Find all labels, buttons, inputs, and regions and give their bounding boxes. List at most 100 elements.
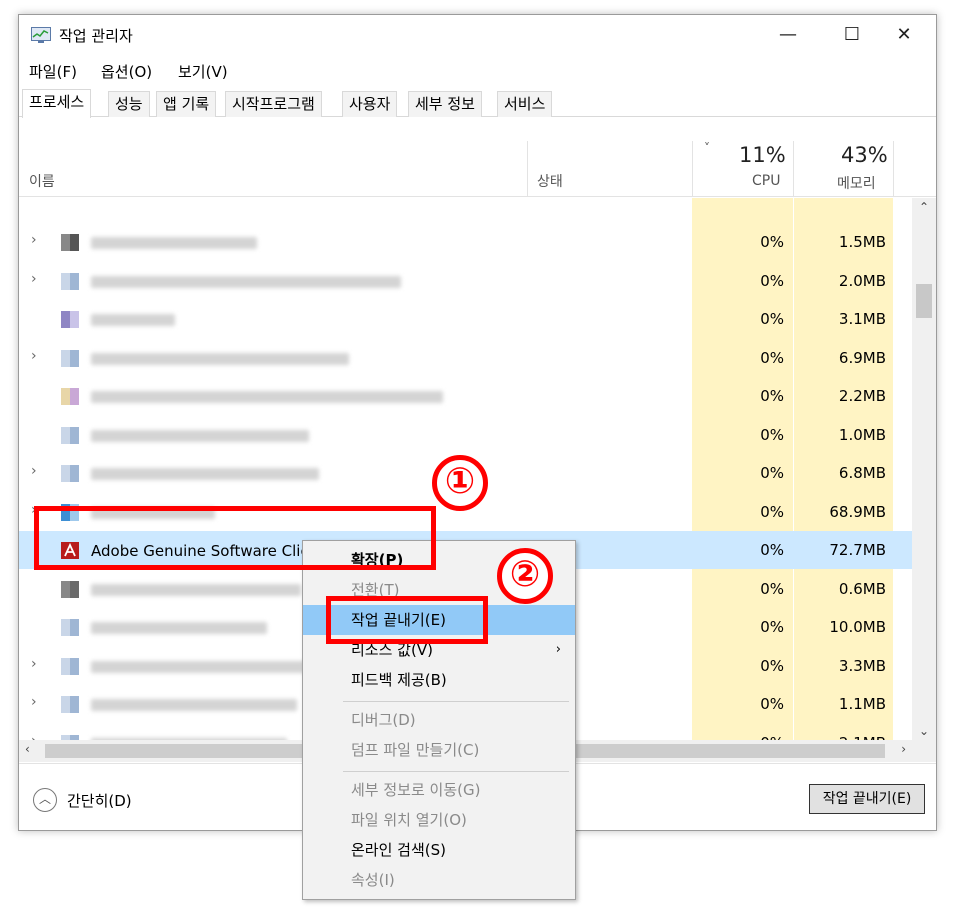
- scroll-left-icon[interactable]: ‹: [25, 742, 30, 756]
- vertical-scrollbar[interactable]: ⌃ ⌄: [912, 198, 936, 740]
- column-name[interactable]: 이름: [29, 171, 55, 191]
- redacted-process-name: [91, 468, 319, 480]
- memory-value: 3.1MB: [838, 310, 886, 328]
- redacted-process-name: [91, 699, 297, 711]
- cpu-value: 0%: [760, 541, 784, 559]
- end-task-button[interactable]: 작업 끝내기(E): [809, 784, 925, 814]
- redacted-process-name: [91, 660, 307, 673]
- submenu-arrow-icon: ›: [555, 642, 561, 657]
- memory-value: 2.0MB: [838, 271, 886, 290]
- tab-services[interactable]: 서비스: [497, 91, 553, 117]
- cpu-value: 0%: [760, 425, 784, 444]
- redacted-process-name: [91, 622, 267, 634]
- tab-details[interactable]: 세부 정보: [408, 91, 482, 117]
- process-icon: [61, 234, 79, 251]
- memory-value: 6.9MB: [838, 348, 886, 367]
- column-divider: [793, 141, 794, 197]
- tab-users[interactable]: 사용자: [342, 91, 398, 117]
- tab-bar: 프로세스 성능 앱 기록 시작프로그램 사용자 세부 정보 서비스: [19, 89, 936, 118]
- cpu-value: 0%: [760, 233, 784, 251]
- table-row[interactable]: › 0% 1.5MB: [19, 223, 912, 261]
- window-title: 작업 관리자: [59, 27, 133, 45]
- memory-value: 1.1MB: [838, 695, 886, 713]
- memory-total-percent[interactable]: 43%: [841, 143, 888, 167]
- column-divider: [692, 141, 693, 197]
- column-cpu[interactable]: CPU: [752, 173, 780, 189]
- menu-view[interactable]: 보기(V): [178, 61, 228, 82]
- table-row[interactable]: 0% 2.2MB: [19, 377, 912, 415]
- ctx-go-to-details: 세부 정보로 이동(G): [303, 775, 575, 805]
- redacted-process-name: [91, 391, 443, 403]
- menu-options[interactable]: 옵션(O): [101, 61, 152, 82]
- ctx-properties-label: 속성(I): [351, 871, 395, 889]
- process-icon: [61, 696, 79, 713]
- tab-processes[interactable]: 프로세스: [22, 89, 92, 118]
- table-row[interactable]: › 0% 6.9MB: [19, 339, 912, 377]
- memory-value: 3.3MB: [838, 656, 886, 675]
- ctx-create-dump-label: 덤프 파일 만들기(C): [351, 741, 480, 759]
- tab-startup[interactable]: 시작프로그램: [225, 91, 322, 117]
- ctx-go-to-details-label: 세부 정보로 이동(G): [351, 781, 481, 799]
- expand-chevron-icon[interactable]: ›: [31, 232, 37, 248]
- cpu-value: 0%: [760, 271, 784, 290]
- tab-app-history[interactable]: 앱 기록: [156, 91, 217, 117]
- minimize-button[interactable]: —: [768, 23, 808, 49]
- vertical-scroll-thumb[interactable]: [916, 284, 932, 318]
- close-button[interactable]: ✕: [884, 23, 924, 49]
- column-status[interactable]: 상태: [537, 171, 563, 191]
- table-row[interactable]: › 0% 2.0MB: [19, 262, 912, 300]
- cpu-value: 0%: [760, 387, 784, 405]
- redacted-process-name: [91, 429, 309, 442]
- table-row[interactable]: 0% 1.0MB: [19, 416, 912, 454]
- memory-value: 68.9MB: [829, 502, 886, 521]
- menu-bar: 파일(F) 옵션(O) 보기(V): [19, 57, 936, 87]
- cpu-total-percent[interactable]: 11%: [739, 143, 786, 167]
- ctx-open-file-location-label: 파일 위치 열기(O): [351, 811, 467, 829]
- process-icon: [61, 388, 79, 405]
- ctx-separator: [343, 701, 569, 702]
- tab-performance[interactable]: 성능: [108, 91, 150, 117]
- expand-chevron-icon[interactable]: ›: [31, 656, 37, 672]
- redacted-process-name: [91, 352, 349, 365]
- ctx-debug: 디버그(D): [303, 705, 575, 735]
- maximize-button[interactable]: ☐: [832, 23, 872, 49]
- ctx-open-file-location: 파일 위치 열기(O): [303, 805, 575, 835]
- process-icon: [61, 272, 79, 290]
- column-divider: [527, 141, 528, 197]
- expand-chevron-icon[interactable]: ›: [31, 348, 37, 364]
- memory-value: 0.6MB: [838, 579, 886, 598]
- ctx-separator: [343, 771, 569, 772]
- memory-value: 1.0MB: [838, 425, 886, 444]
- ctx-debug-label: 디버그(D): [351, 711, 416, 729]
- ctx-create-dump: 덤프 파일 만들기(C): [303, 735, 575, 765]
- ctx-search-online-label: 온라인 검색(S): [351, 841, 446, 859]
- process-icon: [61, 311, 79, 328]
- annotation-box-2: [326, 596, 488, 644]
- annotation-box-1: [34, 506, 436, 570]
- scroll-down-icon[interactable]: ⌄: [912, 724, 936, 738]
- cpu-value: 0%: [760, 656, 784, 675]
- chevron-up-circle-icon[interactable]: ︿: [33, 788, 57, 812]
- ctx-search-online[interactable]: 온라인 검색(S): [303, 835, 575, 865]
- menu-file[interactable]: 파일(F): [29, 61, 77, 82]
- memory-value: 10.0MB: [829, 618, 886, 636]
- title-bar: 작업 관리자 — ☐ ✕: [19, 15, 936, 57]
- ctx-feedback[interactable]: 피드백 제공(B): [303, 665, 575, 695]
- scroll-right-icon[interactable]: ›: [901, 742, 906, 756]
- column-memory[interactable]: 메모리: [837, 173, 876, 193]
- expand-chevron-icon[interactable]: ›: [31, 694, 37, 710]
- process-icon: [61, 619, 79, 636]
- expand-chevron-icon[interactable]: ›: [31, 271, 37, 287]
- redacted-process-name: [91, 314, 175, 326]
- cpu-value: 0%: [760, 579, 784, 598]
- memory-value: 1.5MB: [838, 233, 886, 251]
- process-icon: [61, 349, 79, 367]
- scroll-up-icon[interactable]: ⌃: [912, 200, 936, 214]
- column-divider: [893, 141, 894, 197]
- table-row[interactable]: 0% 3.1MB: [19, 300, 912, 338]
- expand-chevron-icon[interactable]: ›: [31, 733, 37, 741]
- fewer-details-link[interactable]: 간단히(D): [67, 790, 132, 811]
- process-icon: [61, 465, 79, 482]
- annotation-badge-1: ①: [432, 455, 488, 511]
- expand-chevron-icon[interactable]: ›: [31, 463, 37, 479]
